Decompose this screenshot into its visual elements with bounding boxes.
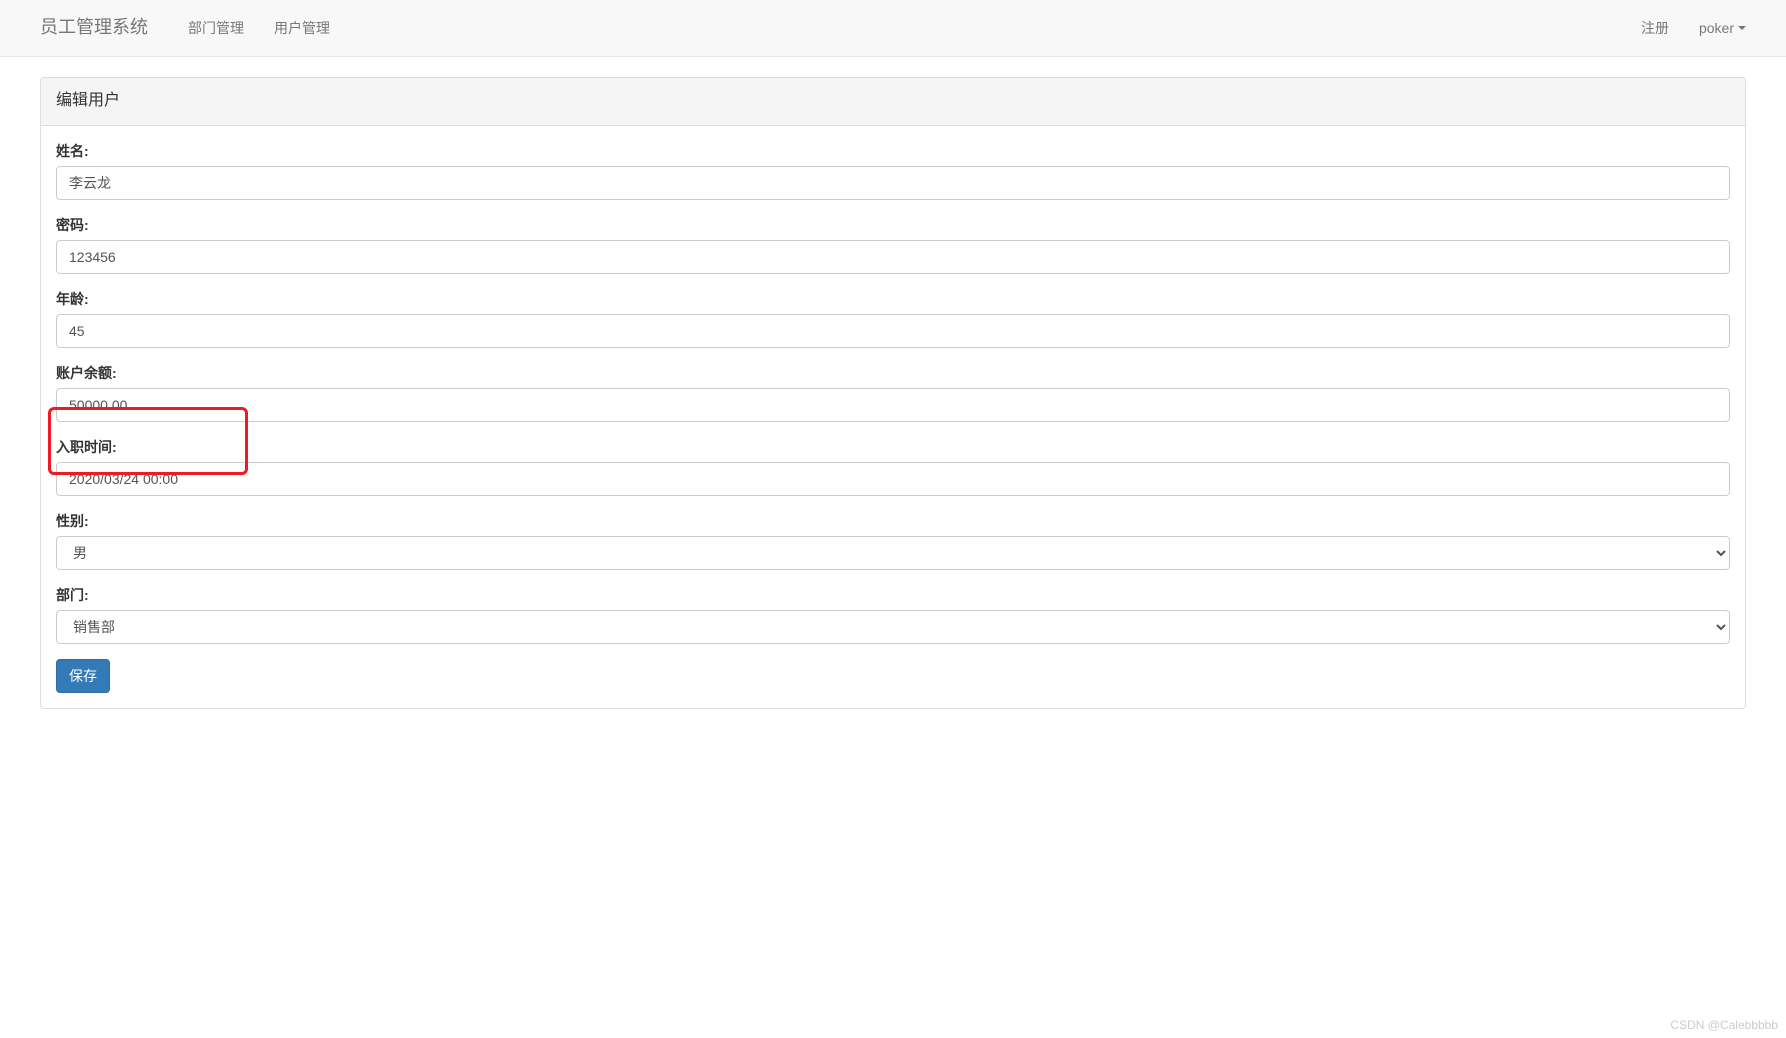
save-button[interactable]: 保存 <box>56 659 110 693</box>
panel-body: 姓名: 密码: 年龄: 账户余额: 入职时间: <box>41 126 1745 708</box>
form-group-password: 密码: <box>56 215 1730 274</box>
age-input[interactable] <box>56 314 1730 348</box>
panel-title: 编辑用户 <box>41 78 1745 126</box>
department-label: 部门: <box>56 585 89 605</box>
watermark-text: CSDN @Calebbbbb <box>1670 1017 1778 1034</box>
name-input[interactable] <box>56 166 1730 200</box>
form-group-balance: 账户余额: <box>56 363 1730 422</box>
navbar-nav-left: 部门管理 用户管理 <box>173 3 345 53</box>
balance-label: 账户余额: <box>56 363 117 383</box>
caret-down-icon <box>1738 26 1746 30</box>
gender-label: 性别: <box>56 511 89 531</box>
balance-input[interactable] <box>56 388 1730 422</box>
form-group-gender: 性别: 男 <box>56 511 1730 570</box>
navbar-nav-right: 注册 poker <box>1626 3 1761 53</box>
password-label: 密码: <box>56 215 89 235</box>
nav-link-user-dropdown[interactable]: poker <box>1684 3 1761 53</box>
edit-user-panel: 编辑用户 姓名: 密码: 年龄: 账户余额: <box>40 77 1746 709</box>
form-group-age: 年龄: <box>56 289 1730 348</box>
join-time-label: 入职时间: <box>56 437 117 457</box>
name-label: 姓名: <box>56 141 89 161</box>
navbar: 员工管理系统 部门管理 用户管理 注册 poker <box>0 0 1786 57</box>
username-label: poker <box>1699 18 1734 38</box>
form-group-name: 姓名: <box>56 141 1730 200</box>
nav-link-user[interactable]: 用户管理 <box>259 3 345 53</box>
form-group-department: 部门: 销售部 <box>56 585 1730 644</box>
form-group-join-time: 入职时间: <box>56 437 1730 496</box>
nav-link-register[interactable]: 注册 <box>1626 3 1684 53</box>
join-time-input[interactable] <box>56 462 1730 496</box>
navbar-brand[interactable]: 员工管理系统 <box>15 0 163 56</box>
edit-user-form: 姓名: 密码: 年龄: 账户余额: 入职时间: <box>56 141 1730 693</box>
gender-select[interactable]: 男 <box>56 536 1730 570</box>
main-container: 编辑用户 姓名: 密码: 年龄: 账户余额: <box>0 57 1786 749</box>
password-input[interactable] <box>56 240 1730 274</box>
age-label: 年龄: <box>56 289 89 309</box>
nav-link-department[interactable]: 部门管理 <box>173 3 259 53</box>
department-select[interactable]: 销售部 <box>56 610 1730 644</box>
